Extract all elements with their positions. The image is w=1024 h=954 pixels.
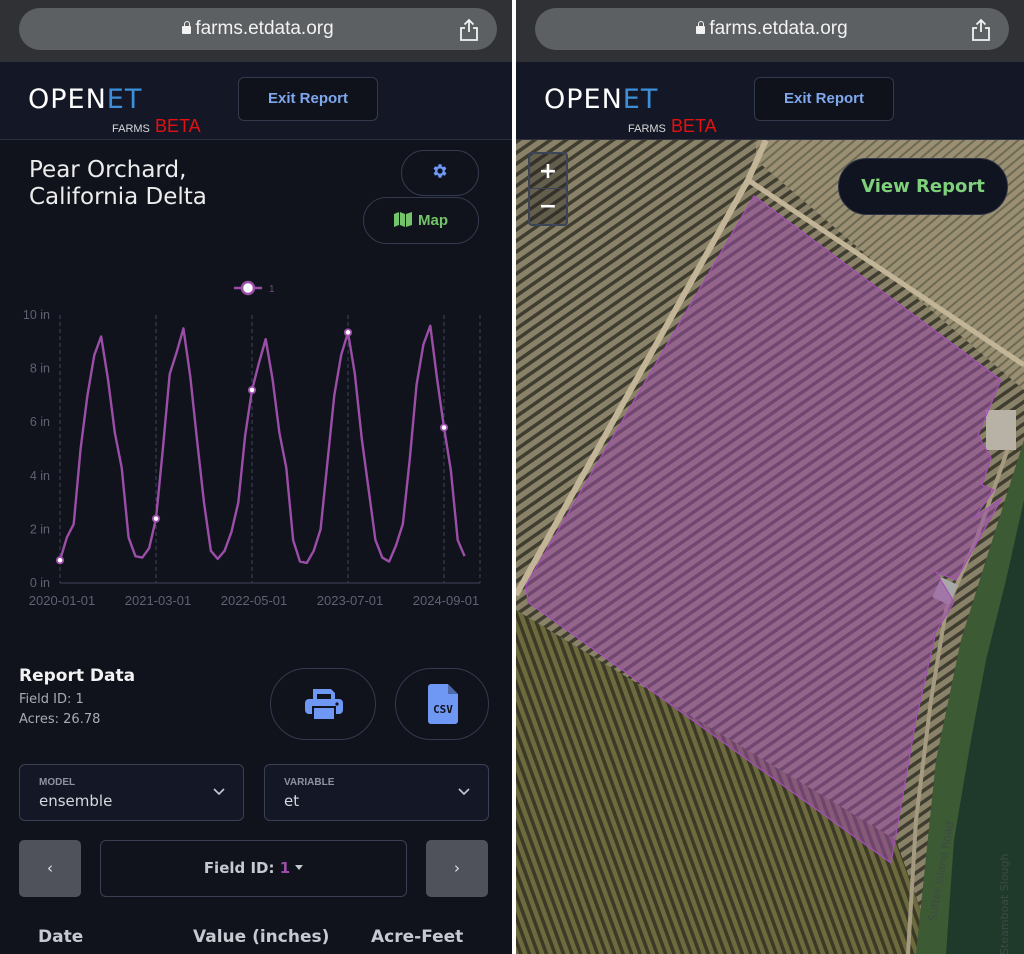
y-tick-label: 0 in [30, 576, 50, 590]
logo-et: ET [106, 84, 143, 115]
map-icon [394, 200, 412, 245]
legend-label[interactable]: 1 [269, 284, 275, 295]
previous-field-button[interactable]: ‹ [19, 840, 81, 897]
acres-text: Acres: 26.78 [19, 712, 101, 727]
chevron-down-icon [458, 788, 470, 796]
browser-bar: farms.etdata.org [516, 0, 1024, 62]
browser-bar: farms.etdata.org [0, 0, 512, 62]
y-tick-label: 10 in [23, 308, 50, 322]
data-point-marker[interactable] [151, 514, 161, 523]
model-value: ensemble [39, 792, 113, 810]
csv-file-icon: CSV [428, 684, 458, 724]
map-button[interactable]: Map [363, 197, 479, 244]
url-text: farms.etdata.org [195, 18, 334, 39]
field-id-text: Field ID: 1 [19, 692, 84, 707]
logo-farms: FARMS [112, 123, 150, 135]
data-point-marker[interactable] [55, 556, 65, 565]
next-field-button[interactable]: › [426, 840, 488, 897]
x-tick-label: 2022-05-01 [221, 593, 288, 608]
settings-button[interactable] [401, 150, 479, 196]
zoom-in-button[interactable]: + [530, 154, 566, 189]
variable-label: VARIABLE [284, 777, 335, 788]
zoom-out-button[interactable]: − [530, 189, 566, 224]
x-tick-label: 2023-07-01 [317, 593, 384, 608]
et-line-chart: 0 in 2 in 4 in 6 in 8 in 10 in 2020-01-01 2021-… [23, 280, 481, 608]
app-header: OPENET FARMS BETA Exit Report [0, 62, 512, 140]
column-header-date[interactable]: Date [38, 927, 83, 947]
app-header: OPENET FARMS BETA Exit Report [516, 62, 1024, 140]
caret-down-icon [295, 865, 304, 870]
logo-open: OPEN [544, 84, 623, 115]
gear-icon [402, 162, 478, 185]
x-tick-label: 2020-01-01 [29, 593, 96, 608]
map-view: farms.etdata.org OPENET FARMS BETA Exit … [516, 0, 1024, 954]
share-icon[interactable] [970, 18, 992, 42]
data-point-marker[interactable] [247, 385, 257, 395]
map-button-label: Map [418, 212, 448, 229]
x-tick-label: 2021-03-01 [125, 593, 192, 608]
lock-icon [696, 21, 706, 34]
report-view: farms.etdata.org OPENET FARMS BETA Exit … [0, 0, 512, 954]
logo-beta: BETA [155, 116, 201, 136]
column-header-acre-feet[interactable]: Acre-Feet [371, 927, 463, 947]
field-id-selector[interactable]: Field ID: 1 [100, 840, 407, 897]
csv-download-button[interactable]: CSV [395, 668, 489, 740]
zoom-control: + − [528, 152, 568, 226]
logo-farms: FARMS [628, 123, 666, 135]
field-selector-value: 1 [279, 859, 291, 877]
satellite-map[interactable]: Sutter Island Road Steamboat Slough + − … [516, 140, 1024, 954]
logo-open: OPEN [28, 84, 107, 115]
legend-marker[interactable] [240, 280, 256, 296]
data-point-marker[interactable] [439, 423, 449, 432]
variable-value: et [284, 792, 300, 810]
farm-buildings [986, 410, 1016, 450]
share-icon[interactable] [458, 18, 480, 42]
exit-report-button[interactable]: Exit Report [754, 77, 894, 121]
csv-icon-text: CSV [433, 703, 453, 716]
column-header-value[interactable]: Value (inches) [193, 927, 329, 947]
lock-icon [182, 21, 192, 34]
chevron-down-icon [213, 788, 225, 796]
url-text: farms.etdata.org [709, 18, 848, 39]
y-tick-label: 8 in [30, 362, 50, 376]
exit-report-button[interactable]: Exit Report [238, 77, 378, 121]
model-select[interactable]: MODEL ensemble [19, 764, 244, 821]
y-tick-label: 6 in [30, 415, 50, 429]
x-tick-label: 2024-09-01 [413, 593, 480, 608]
water-label-steamboat-slough: Steamboat Slough [998, 853, 1011, 954]
field-selector-label: Field ID: [203, 859, 280, 877]
print-icon [305, 689, 343, 721]
variable-select[interactable]: VARIABLE et [264, 764, 489, 821]
data-point-marker[interactable] [343, 328, 353, 337]
view-report-button[interactable]: View Report [838, 158, 1008, 215]
openet-logo[interactable]: OPENET FARMS BETA [544, 84, 717, 136]
openet-logo[interactable]: OPENET FARMS BETA [28, 84, 201, 136]
page-title: Pear Orchard, California Delta [29, 157, 207, 211]
url-bar[interactable]: farms.etdata.org [19, 8, 497, 50]
y-tick-label: 2 in [30, 522, 50, 536]
title-line-1: Pear Orchard, [29, 157, 187, 183]
title-line-2: California Delta [29, 184, 207, 210]
print-button[interactable] [270, 668, 376, 740]
y-tick-label: 4 in [30, 469, 50, 483]
report-data-title: Report Data [19, 666, 136, 686]
url-bar[interactable]: farms.etdata.org [535, 8, 1009, 50]
model-label: MODEL [39, 777, 76, 788]
logo-beta: BETA [671, 116, 717, 136]
series-line-1 [58, 324, 466, 565]
logo-et: ET [622, 84, 659, 115]
